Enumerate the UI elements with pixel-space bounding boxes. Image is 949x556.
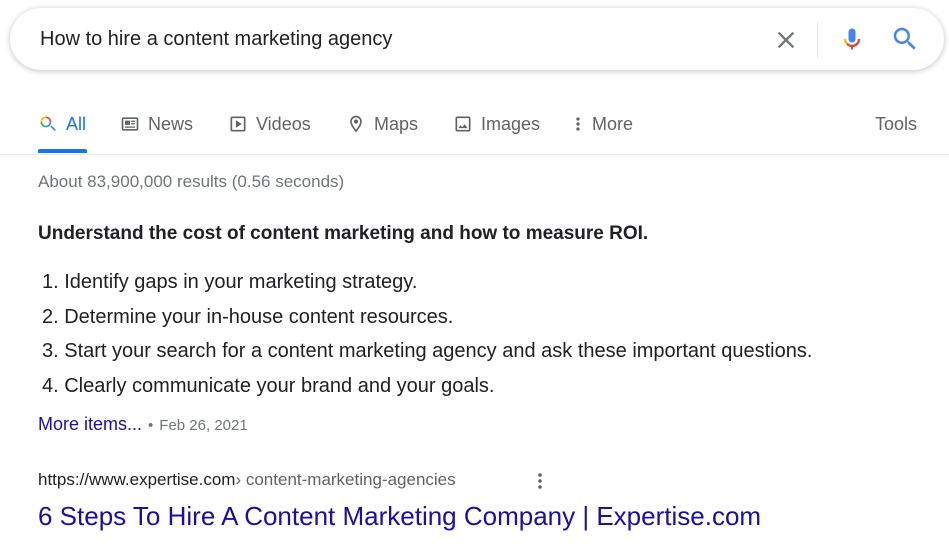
tab-videos[interactable]: Videos xyxy=(228,110,311,138)
list-item: 1. Identify gaps in your marketing strat… xyxy=(42,271,418,293)
tools-button[interactable]: Tools xyxy=(875,110,917,138)
tab-maps-label: Maps xyxy=(374,113,419,134)
microphone-icon xyxy=(843,28,861,50)
tab-maps[interactable]: Maps xyxy=(346,110,418,138)
tab-news[interactable]: News xyxy=(120,110,193,138)
snippet-heading: Understand the cost of content marketing… xyxy=(38,223,649,244)
result-stats: About 83,900,000 results (0.56 seconds) xyxy=(38,172,345,191)
snippet-footer: More items... • Feb 26, 2021 xyxy=(38,414,248,435)
close-icon xyxy=(777,31,795,49)
search-bar: How to hire a content marketing agency xyxy=(10,8,944,70)
result-citation: https://www.expertise.com › content-mark… xyxy=(38,470,456,490)
tab-more[interactable]: More xyxy=(572,110,633,138)
voice-search-button[interactable] xyxy=(838,24,866,54)
list-item: 4. Clearly communicate your brand and yo… xyxy=(42,374,495,397)
tab-images[interactable]: Images xyxy=(453,110,540,138)
news-icon xyxy=(120,114,140,134)
snippet-date: Feb 26, 2021 xyxy=(159,417,248,434)
bullet-separator: • xyxy=(148,417,154,434)
search-tabs: All News Videos Maps Images More Tools xyxy=(0,96,949,155)
more-vert-icon xyxy=(572,114,584,134)
tab-all[interactable]: All xyxy=(38,110,86,138)
result-title-link[interactable]: 6 Steps To Hire A Content Marketing Comp… xyxy=(38,501,761,532)
tab-images-label: Images xyxy=(481,113,541,134)
list-item: 2. Determine your in-house content resou… xyxy=(42,305,454,328)
tab-news-label: News xyxy=(148,113,194,134)
active-tab-indicator xyxy=(38,149,87,153)
cite-domain: https://www.expertise.com xyxy=(38,470,236,489)
result-options-button[interactable] xyxy=(532,470,548,492)
search-input[interactable]: How to hire a content marketing agency xyxy=(40,26,392,52)
clear-button[interactable] xyxy=(772,26,800,54)
image-icon xyxy=(453,114,473,134)
search-button[interactable] xyxy=(890,24,920,54)
map-pin-icon xyxy=(346,114,366,134)
search-divider xyxy=(817,22,818,58)
more-items-link[interactable]: More items... xyxy=(38,414,142,435)
more-vert-icon xyxy=(538,473,542,489)
tab-all-label: All xyxy=(66,113,87,134)
google-search-icon xyxy=(38,114,58,134)
tab-videos-label: Videos xyxy=(256,113,311,134)
list-item: 3. Start your search for a content marke… xyxy=(42,340,813,362)
search-icon xyxy=(893,27,916,50)
play-icon xyxy=(228,114,248,134)
snippet-list: 1. Identify gaps in your marketing strat… xyxy=(38,265,812,403)
cite-path: › content-marketing-agencies xyxy=(235,470,456,489)
tab-more-label: More xyxy=(592,113,634,134)
